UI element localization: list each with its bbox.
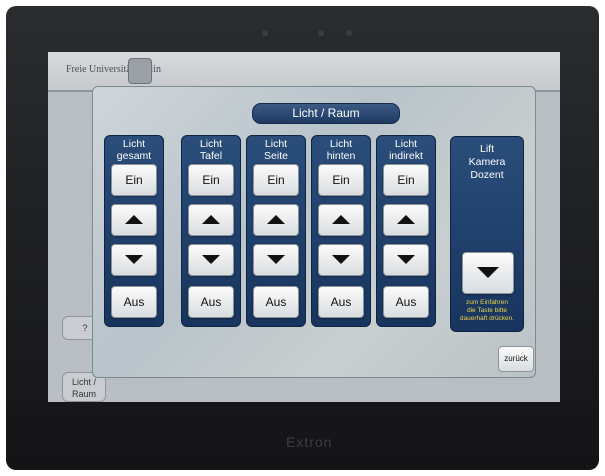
arrow-down-icon <box>397 255 415 264</box>
dim-down-button[interactable] <box>111 244 157 276</box>
dim-up-button[interactable] <box>111 204 157 236</box>
light-column-tafel: Licht Tafel Ein Aus <box>181 135 241 327</box>
arrow-up-icon <box>397 215 415 224</box>
on-button[interactable]: Ein <box>188 164 234 196</box>
back-button[interactable]: zurück <box>498 346 534 372</box>
lift-label: Lift Kamera Dozent <box>468 143 506 181</box>
dim-up-button[interactable] <box>383 204 429 236</box>
light-column-hinten: Licht hinten Ein Aus <box>311 135 371 327</box>
light-column-gesamt: Licht gesamt Ein Aus <box>104 135 164 327</box>
sensor-dot <box>346 30 352 36</box>
off-button[interactable]: Aus <box>253 286 299 318</box>
dim-down-button[interactable] <box>253 244 299 276</box>
arrow-down-icon <box>202 255 220 264</box>
dim-down-button[interactable] <box>318 244 364 276</box>
university-seal-icon <box>128 58 152 84</box>
on-button[interactable]: Ein <box>318 164 364 196</box>
light-column-indirekt: Licht indirekt Ein Aus <box>376 135 436 327</box>
on-button[interactable]: Ein <box>383 164 429 196</box>
off-button[interactable]: Aus <box>188 286 234 318</box>
light-column-seite: Licht Seite Ein Aus <box>246 135 306 327</box>
on-button[interactable]: Ein <box>111 164 157 196</box>
dim-up-button[interactable] <box>318 204 364 236</box>
arrow-up-icon <box>332 215 350 224</box>
dim-down-button[interactable] <box>383 244 429 276</box>
column-label: Licht hinten <box>326 138 356 162</box>
arrow-up-icon <box>267 215 285 224</box>
column-label: Licht indirekt <box>389 138 423 162</box>
device-brand-logo: Extron <box>286 434 333 450</box>
on-button[interactable]: Ein <box>253 164 299 196</box>
dialog-title: Licht / Raum <box>252 103 400 124</box>
off-button[interactable]: Aus <box>383 286 429 318</box>
dim-up-button[interactable] <box>188 204 234 236</box>
arrow-down-icon <box>125 255 143 264</box>
lift-hint-text: zum Einfahren die Taste bitte dauerhaft … <box>459 299 515 322</box>
dim-down-button[interactable] <box>188 244 234 276</box>
arrow-up-icon <box>125 215 143 224</box>
arrow-down-icon <box>267 255 285 264</box>
lift-camera-column: Lift Kamera Dozent zum Einfahren die Tas… <box>450 136 524 332</box>
arrow-down-icon <box>477 267 499 278</box>
column-label: Licht Seite <box>264 138 288 162</box>
arrow-down-icon <box>332 255 350 264</box>
column-label: Licht Tafel <box>199 138 223 162</box>
dim-up-button[interactable] <box>253 204 299 236</box>
arrow-up-icon <box>202 215 220 224</box>
sensor-dot <box>262 30 268 36</box>
off-button[interactable]: Aus <box>318 286 364 318</box>
column-label: Licht gesamt <box>116 138 152 162</box>
off-button[interactable]: Aus <box>111 286 157 318</box>
camera-dot <box>318 30 324 36</box>
lift-down-button[interactable] <box>462 252 514 294</box>
